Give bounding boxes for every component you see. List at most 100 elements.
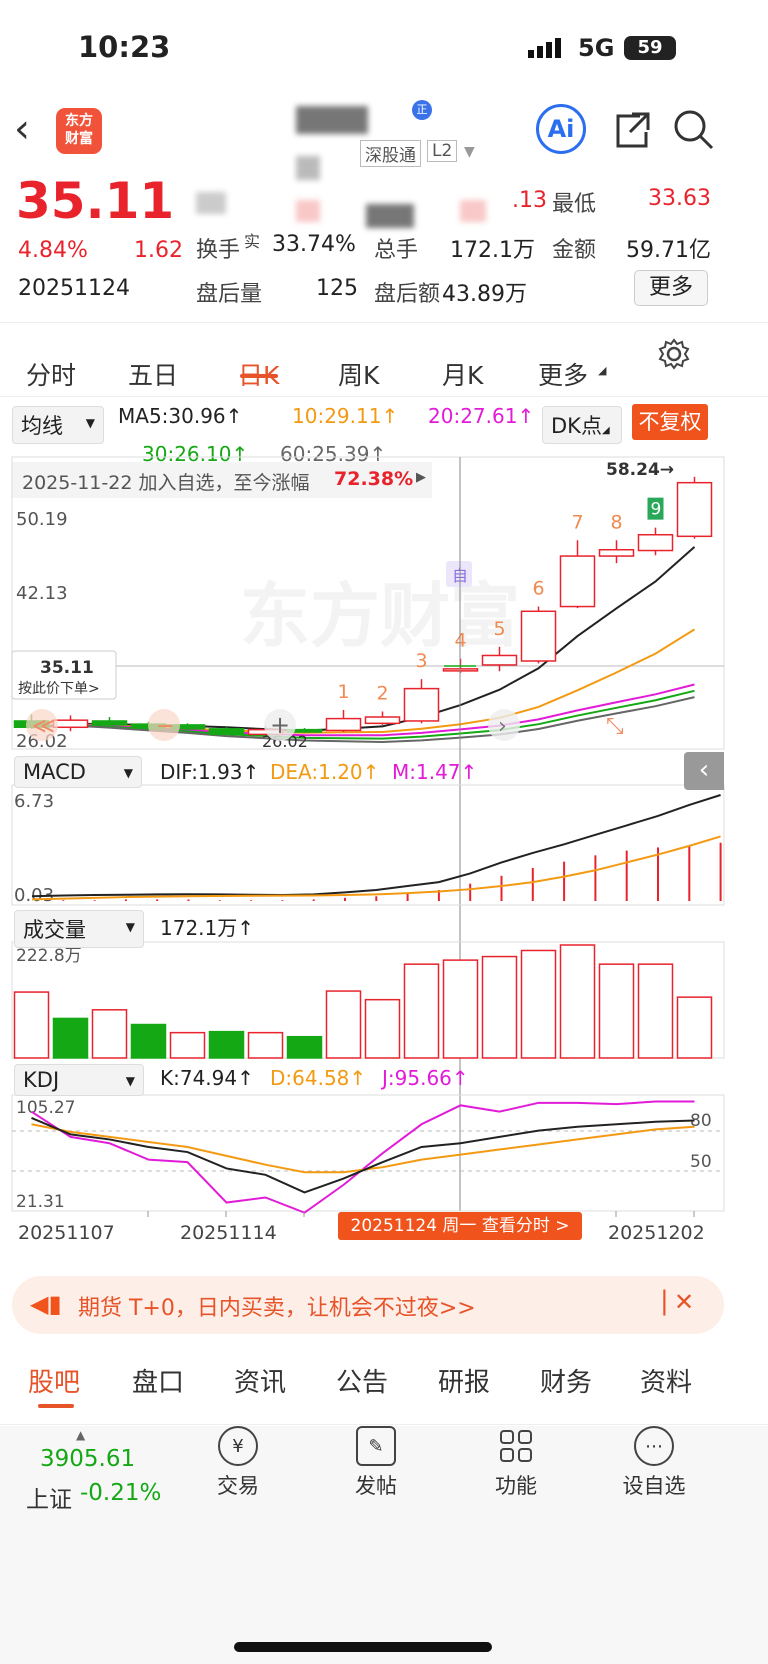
candle <box>52 719 89 729</box>
kline-y-mid: 42.13 <box>16 583 68 604</box>
volume-value-label: 172.1万↑ <box>160 916 255 940</box>
k-label: K:74.94↑ <box>160 1066 254 1090</box>
volume-selector-label: 成交量 <box>23 918 86 942</box>
tab-weekly-k[interactable]: 周K <box>338 356 379 392</box>
promo-text: 期货 T+0，日内买卖，让机会不过夜>> <box>78 1296 476 1321</box>
index-value[interactable]: 3905.61 <box>40 1446 135 1472</box>
after-amount-value: 43.89万 <box>442 282 527 307</box>
stock-chart-area[interactable]: 东方财富 50.19 42.13 26.02 35.11 按此价下单> 1 234… <box>0 455 768 1255</box>
post-button[interactable]: ✎ 发帖 <box>316 1426 436 1500</box>
volume-bar <box>13 991 50 1059</box>
stock-code-redacted <box>296 156 320 180</box>
dk-point-button[interactable]: DK点◢ <box>542 406 622 444</box>
tab-guba[interactable]: 股吧 <box>28 1362 80 1399</box>
tab-five-day[interactable]: 五日 <box>128 356 178 392</box>
next-glyph: › <box>498 714 507 739</box>
function-button[interactable]: 功能 <box>456 1426 576 1500</box>
dropdown-icon: ▼ <box>123 766 133 780</box>
after-volume-label: 盘后量 <box>196 282 263 307</box>
nav-bar: ‹ 东方 财富 正 深股通 L2 ▼ Ai <box>0 100 768 180</box>
promo-banner[interactable]: ◀▮ 期货 T+0，日内买卖，让机会不过夜>> | ✕ <box>12 1276 724 1334</box>
settings-icon[interactable] <box>658 338 690 374</box>
view-intraday-tooltip[interactable]: 20251124 周一 查看分时 > <box>338 1212 582 1240</box>
volume-bar <box>442 959 479 1059</box>
active-tab-indicator <box>240 374 278 378</box>
candle <box>598 548 635 557</box>
kdj-y-top: 105.27 <box>16 1098 75 1118</box>
collapse-panel-icon[interactable]: ‹ <box>684 752 724 790</box>
expand-up-icon[interactable]: ▲ <box>76 1428 85 1442</box>
dif-label: DIF:1.93↑ <box>160 760 260 784</box>
kdj-selector[interactable]: KDJ ▼ <box>14 1064 144 1096</box>
stock-badge-icon: 正 <box>412 100 432 120</box>
plus-glyph: + <box>270 711 290 739</box>
j-line <box>30 1100 695 1214</box>
more-button[interactable]: 更多 <box>634 270 708 306</box>
macd-selector[interactable]: MACD ▼ <box>14 756 142 788</box>
x-label-start: 20251107 <box>18 1222 115 1244</box>
dropdown-icon[interactable]: ▼ <box>464 144 475 160</box>
signal-icon <box>528 36 568 64</box>
volume-selector[interactable]: 成交量 ▼ <box>14 910 144 948</box>
ma5-label: MA5:30.96↑ <box>118 404 243 428</box>
volume-bar <box>481 955 518 1059</box>
dropdown-icon: ▼ <box>125 1074 135 1088</box>
open-redacted <box>296 200 320 222</box>
ai-assistant-icon[interactable]: Ai <box>536 104 586 154</box>
ma-selector[interactable]: 均线 ▼ <box>12 406 104 444</box>
rise-redacted <box>366 204 414 228</box>
x-label-end: 20251202 <box>608 1222 705 1244</box>
candle <box>559 555 596 608</box>
quote-date: 20251124 <box>18 276 130 301</box>
promo-separator: | <box>660 1286 669 1316</box>
price-tag-sub: 按此价下单> <box>18 681 100 697</box>
tab-research[interactable]: 研报 <box>438 1362 490 1399</box>
index-change[interactable]: -0.21% <box>80 1480 161 1506</box>
kdj-y-bottom: 21.31 <box>16 1192 65 1212</box>
nine-turn-marker: 8 <box>611 511 623 533</box>
tab-pankou[interactable]: 盘口 <box>132 1362 184 1399</box>
volume-bar <box>520 949 557 1059</box>
close-icon[interactable]: ✕ <box>674 1288 694 1316</box>
candle <box>325 717 362 732</box>
divider <box>0 1424 768 1425</box>
share-icon[interactable] <box>610 108 654 156</box>
nine-turn-marker: 2 <box>377 682 389 704</box>
adjust-button[interactable]: 不复权 <box>632 404 708 440</box>
ai-label: Ai <box>547 115 575 143</box>
change-value: 1.62 <box>134 238 183 263</box>
add-watchlist-button[interactable]: ⋯ 设自选 <box>594 1426 714 1500</box>
candle <box>91 720 128 726</box>
tab-monthly-k[interactable]: 月K <box>442 356 483 392</box>
zoom-out-glyph: ≪ <box>32 714 55 739</box>
tab-profile[interactable]: 资料 <box>640 1362 692 1399</box>
kdj-frame <box>11 1094 725 1212</box>
divider <box>0 396 768 397</box>
tab-finance[interactable]: 财务 <box>540 1362 592 1399</box>
volume-bar <box>403 963 440 1059</box>
volume-label: 总手 <box>374 238 419 263</box>
volume-bar <box>247 1031 284 1059</box>
tab-news[interactable]: 资讯 <box>234 1362 286 1399</box>
search-icon[interactable] <box>672 108 716 156</box>
tab-announcement[interactable]: 公告 <box>336 1362 388 1399</box>
m-label: M:1.47↑ <box>392 760 478 784</box>
volume-bar <box>325 990 362 1059</box>
nine-turn-marker: 6 <box>533 578 545 600</box>
low-value: 33.63 <box>648 186 711 211</box>
tab-intraday[interactable]: 分时 <box>26 356 76 392</box>
macd-frame <box>11 784 725 906</box>
trade-button[interactable]: ¥ 交易 <box>178 1426 298 1500</box>
nine-turn-marker: 1 <box>338 681 350 703</box>
nine-turn-marker: 9 <box>651 500 662 520</box>
x-label-mid: 20251114 <box>180 1222 277 1244</box>
index-name[interactable]: 上证 <box>26 1480 72 1514</box>
volume-bar <box>169 1031 206 1059</box>
back-icon[interactable]: ‹ <box>14 106 30 152</box>
tab-more[interactable]: 更多 <box>538 356 588 392</box>
edit-icon: ✎ <box>356 1426 396 1466</box>
candle <box>208 728 245 736</box>
more-dots-icon: ⋯ <box>634 1426 674 1466</box>
corner-icon: ◢ <box>601 425 610 436</box>
amount-value: 59.71亿 <box>626 238 711 263</box>
